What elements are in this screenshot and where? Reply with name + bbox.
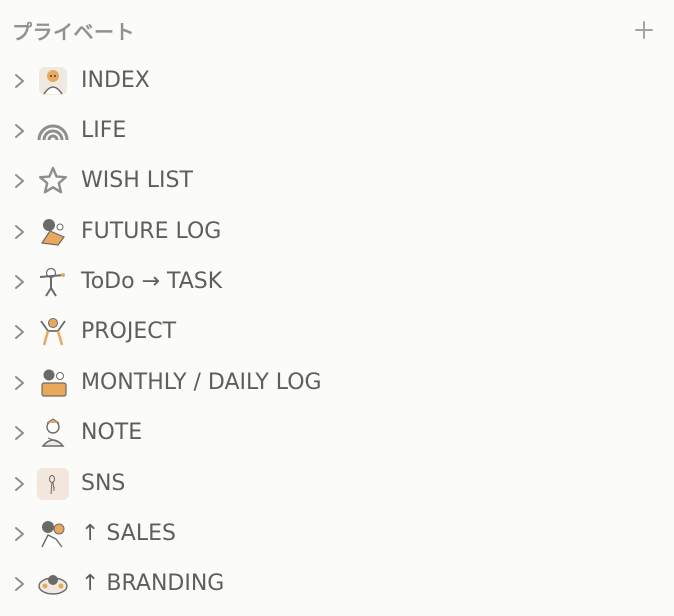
chevron-right-icon[interactable] bbox=[11, 574, 29, 594]
page-label: FUTURE LOG bbox=[81, 219, 222, 244]
page-label: ↑ BRANDING bbox=[81, 571, 225, 596]
add-page-button[interactable] bbox=[628, 14, 660, 46]
section-title[interactable]: プライベート bbox=[12, 16, 135, 45]
page-label: SNS bbox=[81, 471, 126, 496]
chevron-right-icon[interactable] bbox=[11, 71, 29, 91]
page-label: INDEX bbox=[81, 68, 150, 93]
sketch-card-icon bbox=[36, 467, 70, 501]
character-sticker-icon bbox=[36, 416, 70, 450]
page-label: ↑ SALES bbox=[81, 521, 176, 546]
private-sidebar-section: プライベート INDEX LIFE WISH LIST FUTURE LOG T… bbox=[0, 0, 674, 616]
chevron-right-icon[interactable] bbox=[11, 474, 29, 494]
page-item-life[interactable]: LIFE bbox=[0, 108, 674, 154]
character-sticker-icon bbox=[36, 366, 70, 400]
character-sticker-icon bbox=[36, 517, 70, 551]
page-item-index[interactable]: INDEX bbox=[0, 58, 674, 104]
chevron-right-icon[interactable] bbox=[11, 373, 29, 393]
page-item-monthly-daily-log[interactable]: MONTHLY / DAILY LOG bbox=[0, 360, 674, 406]
character-sticker-icon bbox=[36, 265, 70, 299]
page-label: ToDo → TASK bbox=[81, 269, 223, 294]
page-item-todo-task[interactable]: ToDo → TASK bbox=[0, 259, 674, 305]
page-item-branding[interactable]: ↑ BRANDING bbox=[0, 561, 674, 607]
character-sticker-icon bbox=[36, 315, 70, 349]
character-sticker-icon bbox=[36, 215, 70, 249]
chevron-right-icon[interactable] bbox=[11, 121, 29, 141]
page-label: LIFE bbox=[81, 118, 127, 143]
page-item-project[interactable]: PROJECT bbox=[0, 309, 674, 355]
star-outline-icon bbox=[36, 164, 70, 198]
chevron-right-icon[interactable] bbox=[11, 222, 29, 242]
chevron-right-icon[interactable] bbox=[11, 524, 29, 544]
page-label: WISH LIST bbox=[81, 168, 193, 193]
character-sticker-icon bbox=[36, 64, 70, 98]
chevron-right-icon[interactable] bbox=[11, 272, 29, 292]
chevron-right-icon[interactable] bbox=[11, 171, 29, 191]
chevron-right-icon[interactable] bbox=[11, 322, 29, 342]
page-label: PROJECT bbox=[81, 319, 177, 344]
chevron-right-icon[interactable] bbox=[11, 423, 29, 443]
character-sticker-icon bbox=[36, 567, 70, 601]
page-item-wish-list[interactable]: WISH LIST bbox=[0, 158, 674, 204]
page-label: NOTE bbox=[81, 420, 143, 445]
section-header: プライベート bbox=[0, 0, 674, 60]
page-item-note[interactable]: NOTE bbox=[0, 410, 674, 456]
page-item-sns[interactable]: SNS bbox=[0, 461, 674, 507]
rainbow-icon bbox=[36, 114, 70, 148]
page-label: MONTHLY / DAILY LOG bbox=[81, 370, 322, 395]
page-item-sales[interactable]: ↑ SALES bbox=[0, 511, 674, 557]
page-item-future-log[interactable]: FUTURE LOG bbox=[0, 209, 674, 255]
